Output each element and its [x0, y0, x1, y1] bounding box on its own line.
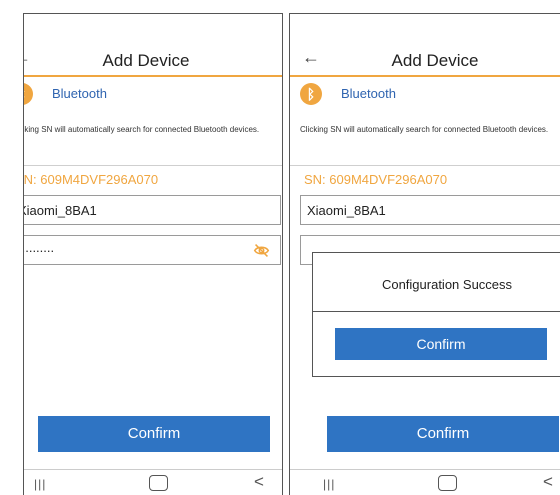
android-nav-bar: ||| <	[290, 469, 560, 495]
wifi-ssid-value: Xiaomi_8BA1	[23, 203, 97, 218]
page-title: Add Device	[102, 51, 190, 70]
eye-slash-icon[interactable]	[253, 242, 270, 259]
phone-screen-right: ← Add Device ᛒ Bluetooth Clicking SN wil…	[289, 13, 560, 495]
recent-apps-icon[interactable]: |||	[34, 477, 46, 491]
bluetooth-icon: ᛒ	[24, 83, 33, 105]
dialog-confirm-button[interactable]: Confirm	[335, 328, 547, 360]
page-title: Add Device	[391, 51, 479, 70]
wifi-ssid-field[interactable]: Xiaomi_8BA1	[300, 195, 560, 225]
wifi-password-value: ..........	[24, 240, 55, 255]
wifi-password-field[interactable]: ..........	[24, 235, 281, 265]
home-icon[interactable]	[149, 475, 168, 491]
bluetooth-hint: Clicking SN will automatically search fo…	[23, 125, 260, 134]
confirm-button[interactable]: Confirm	[327, 416, 559, 452]
bluetooth-label[interactable]: Bluetooth	[52, 86, 107, 101]
header: ← Add Device	[290, 14, 560, 77]
dialog-divider	[313, 311, 560, 312]
divider	[290, 165, 560, 166]
bluetooth-label[interactable]: Bluetooth	[341, 86, 396, 101]
divider	[24, 165, 282, 166]
serial-number[interactable]: SN: 609M4DVF296A070	[304, 172, 447, 187]
recent-apps-icon[interactable]: |||	[323, 477, 335, 491]
serial-number[interactable]: SN: 609M4DVF296A070	[24, 172, 158, 187]
nav-back-icon[interactable]: <	[543, 473, 553, 491]
android-nav-bar: ||| <	[24, 469, 282, 495]
header: ← Add Device	[24, 14, 282, 77]
wifi-ssid-field[interactable]: Xiaomi_8BA1	[23, 195, 281, 225]
home-icon[interactable]	[438, 475, 457, 491]
nav-back-icon[interactable]: <	[254, 473, 264, 491]
configuration-success-dialog: Configuration Success Confirm	[312, 252, 560, 377]
confirm-button[interactable]: Confirm	[38, 416, 270, 452]
bluetooth-hint: Clicking SN will automatically search fo…	[300, 125, 549, 134]
phone-screen-left: ← Add Device ᛒ Bluetooth Clicking SN wil…	[23, 13, 283, 495]
bluetooth-icon: ᛒ	[300, 83, 322, 105]
wifi-ssid-value: Xiaomi_8BA1	[307, 203, 386, 218]
dialog-title: Configuration Success	[381, 277, 513, 292]
